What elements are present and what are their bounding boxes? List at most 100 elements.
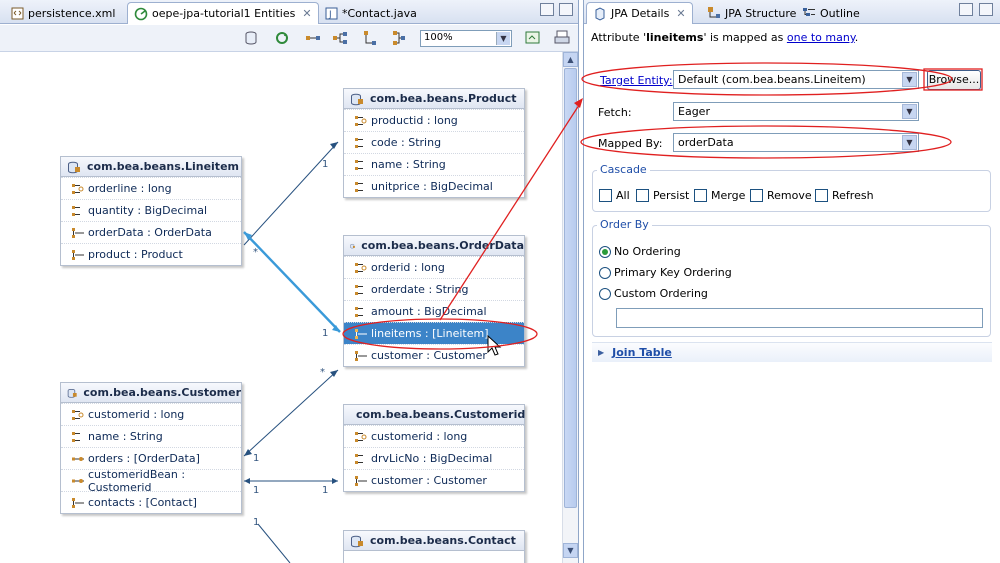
radio-label: No Ordering	[614, 245, 681, 258]
tab-label: persistence.xml	[28, 6, 116, 20]
tab-entities-diagram[interactable]: oepe-jpa-tutorial1 Entities ✕	[127, 2, 319, 24]
layout-grid-icon[interactable]	[391, 30, 407, 46]
attribute-name: lineitems	[646, 31, 704, 44]
svg-text:J: J	[328, 10, 332, 20]
view-tab-bar: JPA Details ✕ JPA Structure Outline	[584, 0, 1000, 24]
primary-key-ordering-radio[interactable]: Primary Key Ordering	[599, 266, 732, 279]
entities-editor-pane: persistence.xml oepe-jpa-tutorial1 Entit…	[0, 0, 579, 563]
browse-button[interactable]: Browse...	[927, 70, 981, 90]
combo-value: orderData	[678, 136, 734, 149]
checkbox-label: Persist	[653, 189, 690, 202]
checkbox-box[interactable]	[636, 189, 649, 202]
tab-outline[interactable]: Outline	[796, 2, 866, 24]
checkbox-label: Remove	[767, 189, 812, 202]
radio-selected-dot	[602, 248, 608, 255]
checkbox-box[interactable]	[694, 189, 707, 202]
target-entity-link[interactable]: Target Entity:	[600, 74, 673, 87]
tab-jpa-structure[interactable]: JPA Structure	[701, 2, 802, 24]
vertical-scrollbar[interactable]: ▲ ▼	[562, 52, 578, 563]
multiplicity-label: 1	[253, 517, 260, 528]
radio-circle[interactable]	[599, 287, 611, 300]
chevron-down-icon[interactable]: ▼	[902, 72, 917, 87]
refresh-icon[interactable]	[274, 30, 290, 46]
multiplicity-label: 1	[322, 159, 329, 170]
fetch-combo[interactable]: Eager ▼	[673, 102, 919, 121]
minimize-button[interactable]	[540, 3, 554, 16]
combo-value: Eager	[678, 105, 710, 118]
multiplicity-label: *	[320, 367, 325, 378]
tab-label: Outline	[820, 6, 860, 20]
no-ordering-radio[interactable]: No Ordering	[599, 245, 681, 258]
checkbox-label: Refresh	[832, 189, 874, 202]
connector-lineitem-orderdata-highlighted	[243, 231, 341, 333]
tab-jpa-details[interactable]: JPA Details ✕	[586, 2, 693, 24]
mapping-type-link[interactable]: one to many	[787, 31, 855, 44]
description-text: .	[854, 31, 859, 44]
cascade-refresh-checkbox[interactable]: Refresh	[815, 189, 874, 202]
scroll-up-button[interactable]: ▲	[563, 52, 578, 67]
order-by-title: Order By	[597, 218, 652, 231]
minimize-button[interactable]	[959, 3, 973, 16]
tab-label: JPA Details	[611, 7, 670, 20]
maximize-button[interactable]	[979, 3, 993, 16]
connector-customer-contact	[257, 523, 291, 563]
cascade-remove-checkbox[interactable]: Remove	[750, 189, 812, 202]
close-icon[interactable]: ✕	[676, 7, 685, 20]
zoom-select[interactable]: 100% ▼	[420, 30, 512, 47]
join-table-section[interactable]: ▶ Join Table	[592, 342, 992, 362]
maximize-button[interactable]	[559, 3, 573, 16]
tab-persistence-xml[interactable]: persistence.xml	[4, 2, 121, 24]
chevron-down-icon[interactable]: ▼	[496, 32, 510, 45]
arrowhead	[332, 478, 338, 484]
arrowhead	[244, 478, 250, 484]
description-text: Attribute '	[591, 31, 647, 44]
mapped-by-combo[interactable]: orderData ▼	[673, 133, 919, 152]
export-image-icon[interactable]	[525, 30, 541, 46]
multiplicity-label: 1	[322, 328, 329, 339]
custom-ordering-radio[interactable]: Custom Ordering	[599, 287, 708, 300]
radio-label: Custom Ordering	[614, 287, 708, 300]
scroll-down-button[interactable]: ▼	[563, 543, 578, 558]
cascade-persist-checkbox[interactable]: Persist	[636, 189, 689, 202]
diagram-canvas[interactable]: com.bea.beans.Product productid : long c…	[0, 52, 562, 563]
layout-horizontal-icon[interactable]	[305, 30, 321, 46]
radio-circle[interactable]	[599, 266, 611, 279]
checkbox-label: Merge	[711, 189, 746, 202]
tab-label: JPA Structure	[725, 6, 797, 20]
checkbox-box[interactable]	[599, 189, 612, 202]
checkbox-label: All	[616, 189, 630, 202]
arrowhead	[330, 142, 338, 149]
relationship-connectors	[243, 141, 341, 563]
xml-file-icon	[10, 6, 24, 20]
chevron-right-icon[interactable]: ▶	[598, 348, 604, 357]
print-icon[interactable]	[554, 30, 570, 46]
multiplicity-label: 1	[253, 453, 260, 464]
cascade-all-checkbox[interactable]: All	[599, 189, 630, 202]
chevron-down-icon[interactable]: ▼	[902, 135, 917, 150]
close-icon[interactable]: ✕	[302, 7, 311, 20]
scroll-thumb[interactable]	[564, 68, 577, 508]
cascade-merge-checkbox[interactable]: Merge	[694, 189, 745, 202]
target-entity-combo[interactable]: Default (com.bea.beans.Lineitem) ▼	[673, 70, 919, 89]
checkbox-box[interactable]	[750, 189, 763, 202]
fetch-label: Fetch:	[598, 106, 632, 119]
multiplicity-label: *	[253, 247, 258, 258]
database-icon[interactable]	[244, 30, 260, 46]
multiplicity-label: 1	[322, 485, 329, 496]
join-table-link[interactable]: Join Table	[612, 346, 672, 359]
zoom-value: 100%	[424, 32, 453, 43]
mapped-by-label: Mapped By:	[598, 137, 663, 150]
layout-tree-icon[interactable]	[332, 30, 348, 46]
layout-vertical-icon[interactable]	[362, 30, 378, 46]
custom-ordering-input[interactable]	[616, 308, 983, 328]
chevron-down-icon[interactable]: ▼	[902, 104, 917, 119]
connector-customer-orderdata	[243, 369, 339, 457]
attribute-mapping-description: Attribute 'lineitems' is mapped as one t…	[591, 31, 858, 44]
checkbox-box[interactable]	[815, 189, 828, 202]
mouse-cursor-icon	[487, 335, 502, 356]
radio-circle[interactable]	[599, 245, 611, 258]
connector-lineitem-product	[243, 141, 339, 246]
tab-contact-java[interactable]: J *Contact.java	[318, 2, 423, 24]
jpa-structure-icon	[707, 6, 721, 20]
java-file-icon: J	[324, 6, 338, 20]
